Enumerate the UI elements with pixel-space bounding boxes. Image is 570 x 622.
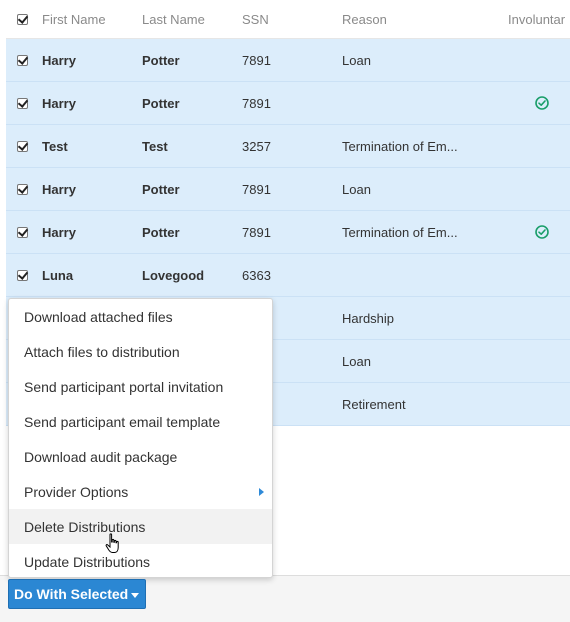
column-header-last-name[interactable]: Last Name xyxy=(142,0,237,38)
cell-ssn: 7891 xyxy=(242,181,271,197)
cell-reason: Loan xyxy=(342,52,371,68)
row-checkbox[interactable] xyxy=(17,168,31,210)
cell-reason: Loan xyxy=(342,353,371,369)
row-checkbox[interactable] xyxy=(17,211,31,253)
column-header-involuntary[interactable]: Involuntar xyxy=(508,0,570,38)
row-checkbox[interactable] xyxy=(17,125,31,167)
menu-item-update-distributions[interactable]: Update Distributions xyxy=(9,544,272,579)
cell-ssn: 7891 xyxy=(242,224,271,240)
table-row[interactable]: Luna Lovegood 6363 xyxy=(6,254,570,297)
checkbox-icon xyxy=(17,97,28,109)
caret-right-icon xyxy=(259,487,264,496)
cell-first-name: Harry xyxy=(42,181,76,197)
checkbox-icon xyxy=(17,140,28,152)
menu-item-label: Send participant email template xyxy=(24,413,221,430)
cell-ssn: 7891 xyxy=(242,95,271,111)
checkbox-icon xyxy=(17,13,28,25)
check-circle-icon xyxy=(535,225,549,239)
row-checkbox[interactable] xyxy=(17,82,31,124)
caret-down-icon xyxy=(131,593,139,598)
menu-item-download-attached-files[interactable]: Download attached files xyxy=(9,299,272,334)
column-header-first-name[interactable]: First Name xyxy=(42,0,137,38)
cell-reason xyxy=(342,254,470,296)
menu-item-label: Send participant portal invitation xyxy=(24,378,224,395)
table-row[interactable]: Harry Potter 7891 xyxy=(6,82,570,125)
cell-first-name: Harry xyxy=(42,224,76,240)
cell-reason xyxy=(342,82,470,124)
menu-item-label: Download audit package xyxy=(24,448,178,465)
menu-item-label: Attach files to distribution xyxy=(24,343,180,360)
cell-last-name: Lovegood xyxy=(142,267,205,283)
cell-last-name: Potter xyxy=(142,52,180,68)
cell-last-name: Potter xyxy=(142,224,180,240)
cell-last-name: Potter xyxy=(142,181,180,197)
cell-first-name: Luna xyxy=(42,267,74,283)
column-header-reason[interactable]: Reason xyxy=(342,0,470,38)
cell-first-name: Harry xyxy=(42,52,76,68)
table-row[interactable]: Test Test 3257 Termination of Em... xyxy=(6,125,570,168)
row-checkbox[interactable] xyxy=(17,254,31,296)
cell-reason: Retirement xyxy=(342,396,406,412)
menu-item-delete-distributions[interactable]: Delete Distributions xyxy=(9,509,272,544)
cell-reason: Loan xyxy=(342,181,371,197)
cell-ssn: 7891 xyxy=(242,52,271,68)
menu-item-label: Download attached files xyxy=(24,308,173,325)
table-row[interactable]: Harry Potter 7891 Termination of Em... xyxy=(6,211,570,254)
cell-reason: Termination of Em... xyxy=(342,224,458,240)
table-row[interactable]: Harry Potter 7891 Loan xyxy=(6,168,570,211)
menu-item-label: Update Distributions xyxy=(24,553,151,570)
cell-reason: Hardship xyxy=(342,310,395,326)
checkbox-icon xyxy=(17,226,28,238)
distributions-panel: First Name Last Name SSN Reason Involunt… xyxy=(0,0,570,622)
menu-item-download-audit-package[interactable]: Download audit package xyxy=(9,439,272,474)
cell-first-name: Harry xyxy=(42,95,76,111)
table-row[interactable]: Harry Potter 7891 Loan xyxy=(6,39,570,82)
checkbox-icon xyxy=(17,183,28,195)
cell-ssn: 3257 xyxy=(242,138,271,154)
cell-first-name: Test xyxy=(42,138,68,154)
do-with-selected-menu: Download attached files Attach files to d… xyxy=(8,298,273,578)
menu-item-send-participant-email-template[interactable]: Send participant email template xyxy=(9,404,272,439)
check-circle-icon xyxy=(535,96,549,110)
row-checkbox[interactable] xyxy=(17,39,31,81)
menu-item-attach-files-to-distribution[interactable]: Attach files to distribution xyxy=(9,334,272,369)
menu-item-send-participant-portal-invitation[interactable]: Send participant portal invitation xyxy=(9,369,272,404)
menu-item-provider-options[interactable]: Provider Options xyxy=(9,474,272,509)
menu-item-label: Delete Distributions xyxy=(24,518,146,535)
do-with-selected-button[interactable]: Do With Selected xyxy=(8,579,146,609)
cell-ssn: 6363 xyxy=(242,267,271,283)
menu-item-label: Provider Options xyxy=(24,483,129,500)
checkbox-icon xyxy=(17,269,28,281)
do-with-selected-label: Do With Selected xyxy=(14,586,129,602)
column-header-ssn[interactable]: SSN xyxy=(242,0,332,38)
cell-last-name: Test xyxy=(142,138,168,154)
cell-reason: Termination of Em... xyxy=(342,138,458,154)
cell-last-name: Potter xyxy=(142,95,180,111)
checkbox-icon xyxy=(17,54,28,66)
hand-pointer-icon xyxy=(105,533,119,553)
select-all-checkbox[interactable] xyxy=(17,0,31,38)
table-header-row: First Name Last Name SSN Reason Involunt… xyxy=(6,0,570,39)
